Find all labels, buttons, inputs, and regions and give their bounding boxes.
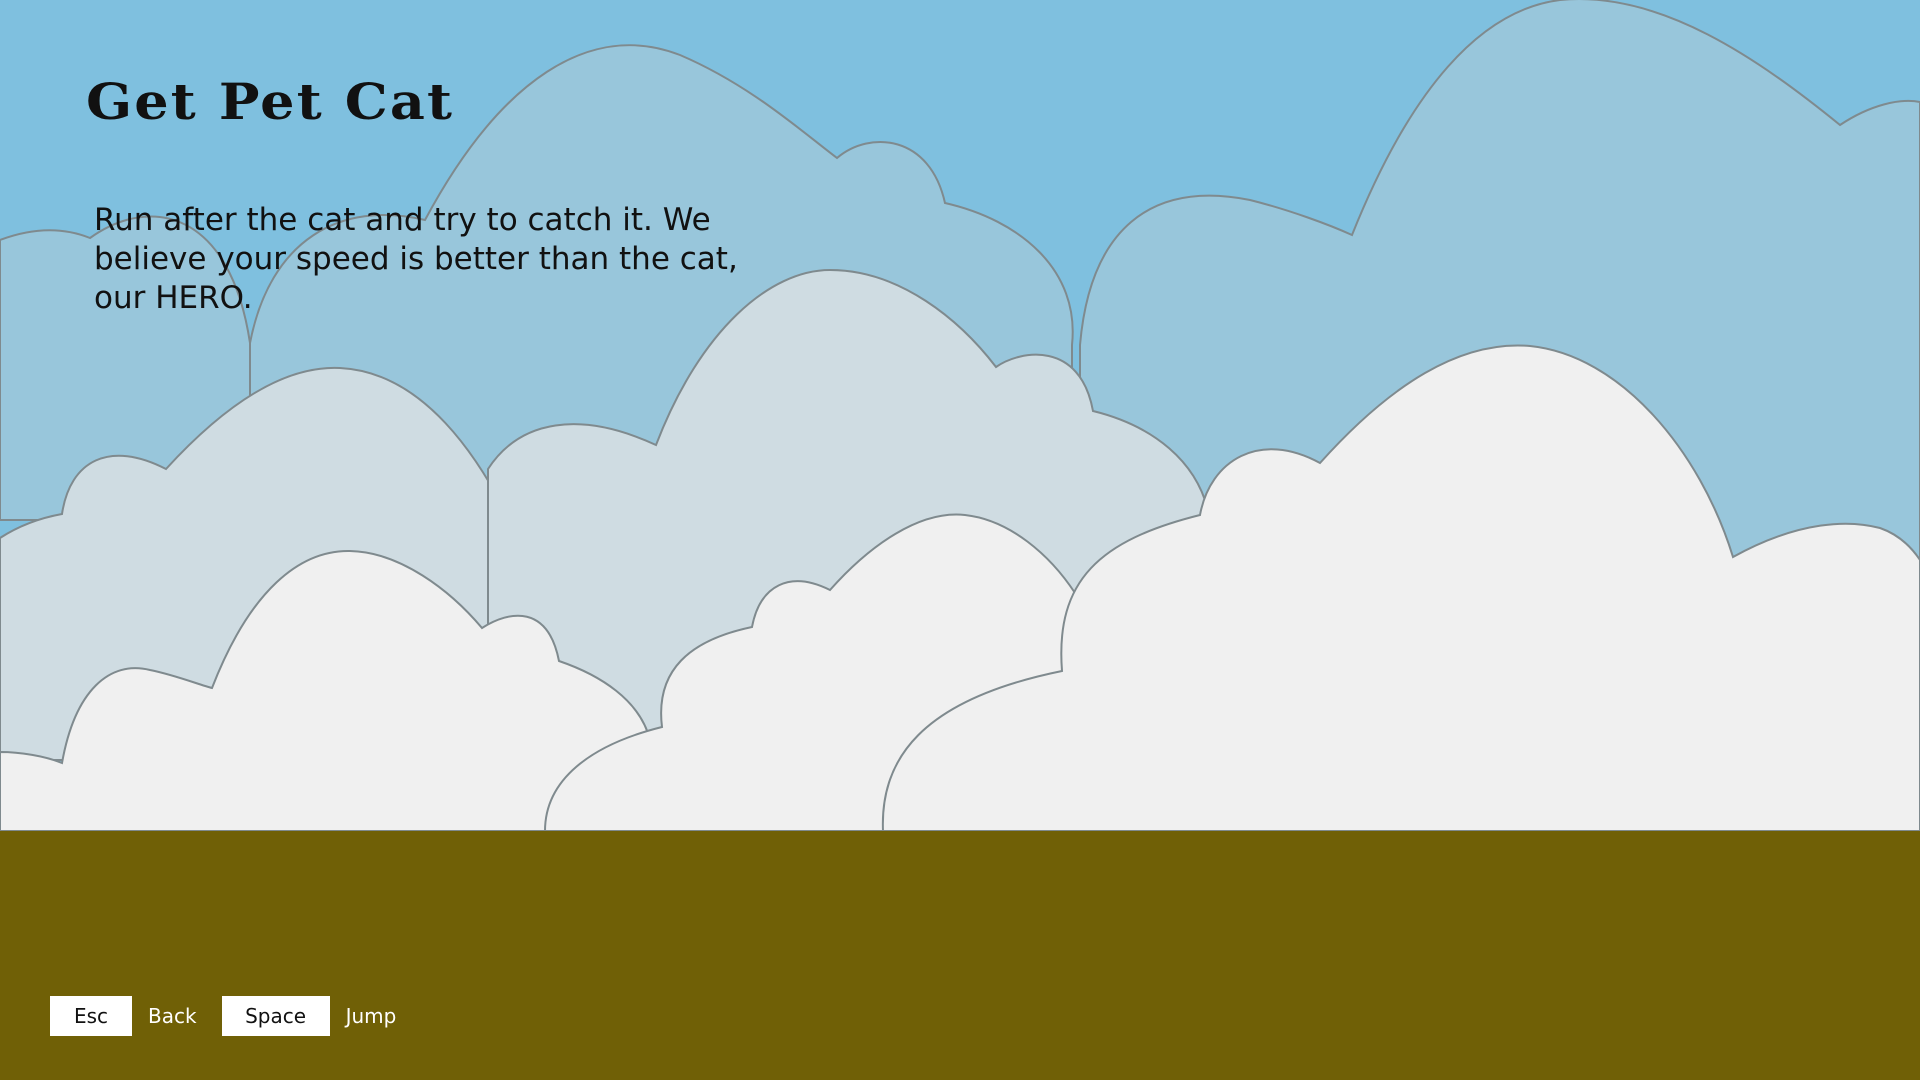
space-key-button[interactable]: Space xyxy=(221,996,330,1036)
game-title: Get Pet Cat xyxy=(86,72,455,131)
game-scene: Get Pet Cat Run after the cat and try to… xyxy=(0,0,1920,1080)
jump-hint-label: Jump xyxy=(345,1004,397,1028)
back-hint-label: Back xyxy=(148,1004,197,1028)
esc-key-button[interactable]: Esc xyxy=(50,996,132,1036)
ground xyxy=(0,831,1920,1080)
control-hints: Esc Back Space Jump xyxy=(50,996,396,1036)
game-description: Run after the cat and try to catch it. W… xyxy=(94,202,738,316)
